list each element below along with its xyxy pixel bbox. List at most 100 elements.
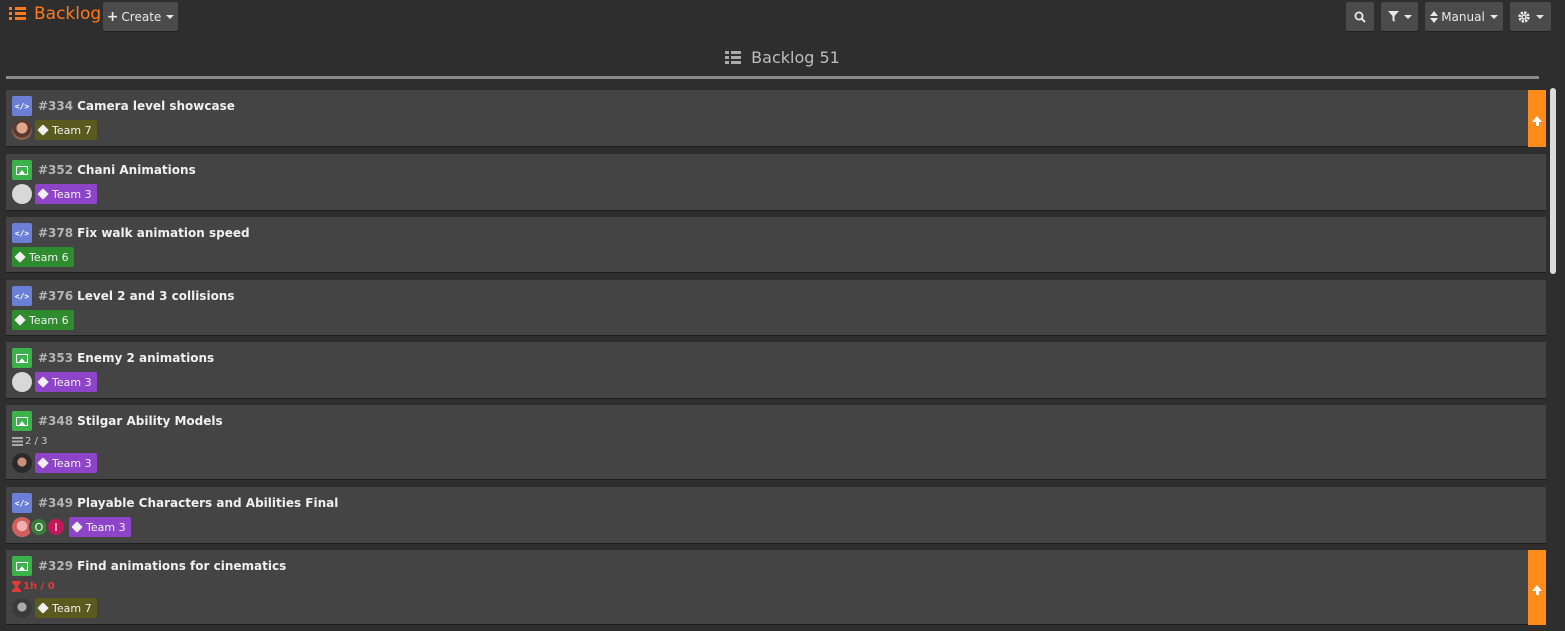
card-title-text: Stilgar Ability Models	[77, 414, 223, 428]
chevron-down-icon	[1536, 14, 1544, 19]
card-id: #329	[38, 559, 74, 573]
card-title-text: Playable Characters and Abilities Final	[77, 496, 339, 510]
column-name: Backlog	[751, 48, 815, 67]
avatar[interactable]	[12, 453, 32, 473]
card-title-text: Find animations for cinematics	[77, 559, 287, 573]
team-tag[interactable]: Team 6	[12, 247, 74, 267]
chevron-down-icon	[1489, 14, 1498, 19]
card-title[interactable]: #349 Playable Characters and Abilities Fi…	[38, 496, 338, 510]
tag-label: Team 3	[52, 456, 92, 470]
image-icon	[12, 556, 32, 576]
tag-icon	[14, 251, 26, 263]
app-title: Backlog	[34, 4, 102, 24]
card-title[interactable]: #348 Stilgar Ability Models	[38, 414, 223, 428]
team-tag[interactable]: Team 3	[35, 184, 97, 204]
list-icon	[9, 7, 26, 21]
team-tag[interactable]: Team 7	[35, 598, 97, 618]
avatar-initial[interactable]: I	[46, 517, 66, 537]
checklist-icon	[12, 437, 23, 446]
settings-button[interactable]	[1510, 2, 1551, 31]
card-meta: Team 3	[12, 453, 97, 473]
tag-label: Team 7	[52, 123, 92, 137]
avatar[interactable]	[12, 120, 32, 140]
scrollbar-thumb[interactable]	[1550, 88, 1556, 274]
code-icon: </>	[12, 223, 32, 243]
column-count: 51	[819, 48, 840, 67]
filter-button[interactable]	[1381, 2, 1418, 31]
tag-icon	[37, 124, 49, 136]
card-meta: O I Team 3	[12, 517, 131, 537]
brand[interactable]: Backlog	[9, 4, 101, 24]
tag-icon	[14, 314, 26, 326]
backlog-card[interactable]: #353 Enemy 2 animations Team 3	[6, 342, 1546, 399]
create-button[interactable]: + Create	[103, 2, 178, 31]
backlog-card[interactable]: </> #378 Fix walk animation speed Team 6	[6, 217, 1546, 273]
card-meta: Team 6	[12, 247, 74, 267]
arrow-up-icon	[1532, 584, 1542, 595]
gear-icon	[1518, 10, 1530, 23]
card-id: #376	[38, 289, 74, 303]
filter-icon	[1387, 11, 1399, 22]
tag-icon	[71, 521, 83, 533]
card-title[interactable]: #334 Camera level showcase	[38, 99, 235, 113]
backlog-card[interactable]: </> #349 Playable Characters and Abilities…	[6, 487, 1546, 544]
team-tag[interactable]: Team 3	[35, 372, 97, 392]
chevron-down-icon	[166, 14, 175, 19]
chevron-down-icon	[1403, 14, 1412, 19]
tag-icon	[37, 188, 49, 200]
code-icon: </>	[12, 96, 32, 116]
card-meta: Team 3	[12, 372, 97, 392]
tag-label: Team 6	[29, 313, 69, 327]
card-title[interactable]: #353 Enemy 2 animations	[38, 351, 214, 365]
checklist-progress: 2 / 3	[12, 436, 47, 447]
card-title[interactable]: #378 Fix walk animation speed	[38, 226, 250, 240]
plus-icon: +	[106, 8, 119, 25]
tag-icon	[37, 376, 49, 388]
backlog-card[interactable]: </> #376 Level 2 and 3 collisions Team 6	[6, 280, 1546, 336]
card-id: #353	[38, 351, 74, 365]
image-icon	[12, 411, 32, 431]
card-title[interactable]: #329 Find animations for cinematics	[38, 559, 286, 573]
card-meta: Team 7	[12, 120, 97, 140]
checklist-count: 2 / 3	[25, 436, 48, 447]
code-icon: </>	[12, 493, 32, 513]
card-title[interactable]: #352 Chani Animations	[38, 163, 196, 177]
backlog-card[interactable]: </> #334 Camera level showcase Team 7	[6, 90, 1546, 147]
priority-flag	[1528, 90, 1546, 147]
create-label: Create	[121, 9, 162, 24]
backlog-card[interactable]: #348 Stilgar Ability Models 2 / 3 Team 3	[6, 405, 1546, 480]
arrow-up-icon	[1532, 115, 1542, 126]
column-header: Backlog 51	[0, 48, 1565, 67]
tag-icon	[37, 602, 49, 614]
hourglass-icon	[12, 581, 21, 592]
team-tag[interactable]: Team 3	[69, 517, 131, 537]
card-id: #334	[38, 99, 74, 113]
card-meta: Team 7	[12, 598, 97, 618]
tag-label: Team 3	[86, 520, 126, 534]
avatar[interactable]	[12, 184, 32, 204]
card-title[interactable]: #376 Level 2 and 3 collisions	[38, 289, 235, 303]
team-tag[interactable]: Team 7	[35, 120, 97, 140]
image-icon	[12, 348, 32, 368]
top-toolbar: Backlog + Create Manual	[0, 0, 1565, 34]
sort-button[interactable]: Manual	[1425, 2, 1503, 31]
avatar[interactable]	[12, 598, 32, 618]
column-divider	[6, 76, 1539, 79]
tag-label: Team 7	[52, 601, 92, 615]
card-title-text: Camera level showcase	[77, 99, 235, 113]
backlog-card[interactable]: #329 Find animations for cinematics 1h / 0…	[6, 550, 1546, 625]
team-tag[interactable]: Team 6	[12, 310, 74, 330]
time-value: 1h / 0	[23, 581, 55, 592]
sort-label: Manual	[1441, 9, 1485, 24]
table-icon	[725, 51, 742, 64]
search-button[interactable]	[1346, 2, 1374, 31]
team-tag[interactable]: Team 3	[35, 453, 97, 473]
tag-icon	[37, 457, 49, 469]
card-id: #378	[38, 226, 74, 240]
backlog-card[interactable]: #352 Chani Animations Team 3	[6, 154, 1546, 211]
avatar[interactable]	[12, 372, 32, 392]
code-icon: </>	[12, 286, 32, 306]
card-title-text: Fix walk animation speed	[77, 226, 250, 240]
card-id: #352	[38, 163, 74, 177]
card-title-text: Level 2 and 3 collisions	[77, 289, 235, 303]
